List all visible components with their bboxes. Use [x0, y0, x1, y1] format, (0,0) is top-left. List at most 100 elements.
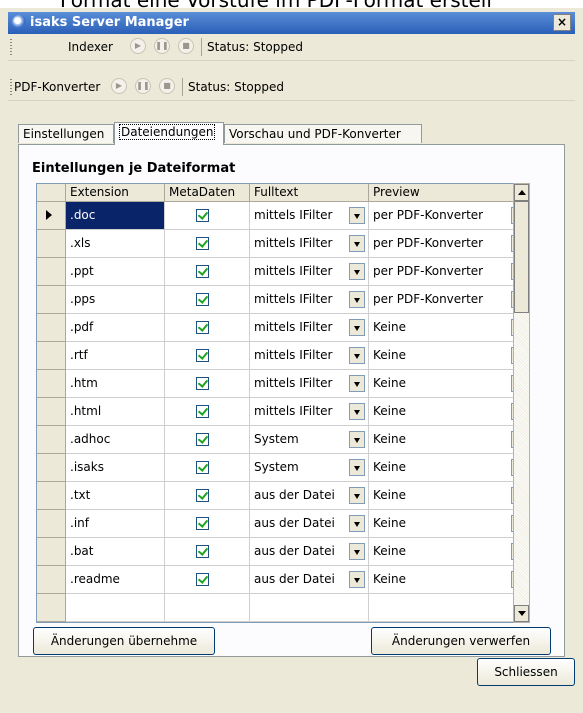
preview-cell[interactable]: Keine	[369, 426, 529, 454]
metadaten-checkbox[interactable]	[196, 321, 209, 334]
dropdown-arrow-icon[interactable]	[349, 235, 365, 252]
metadaten-cell[interactable]	[165, 258, 250, 286]
dropdown-arrow-icon[interactable]	[349, 375, 365, 392]
row-header[interactable]	[37, 342, 66, 370]
fulltext-cell[interactable]: mittels IFilter	[250, 398, 369, 426]
scroll-thumb[interactable]	[514, 201, 529, 313]
dropdown-arrow-icon[interactable]	[349, 403, 365, 420]
metadaten-checkbox[interactable]	[196, 237, 209, 250]
fulltext-cell[interactable]: mittels IFilter	[250, 370, 369, 398]
row-header[interactable]	[37, 286, 66, 314]
close-button[interactable]: Schliessen	[477, 658, 575, 686]
extension-cell[interactable]: .adhoc	[66, 426, 165, 454]
extension-cell[interactable]	[66, 594, 165, 622]
row-header[interactable]	[37, 510, 66, 538]
preview-cell[interactable]	[369, 594, 529, 622]
fulltext-cell[interactable]: System	[250, 426, 369, 454]
indexer-pause-icon[interactable]: ❚❚	[154, 38, 170, 54]
fulltext-cell[interactable]: mittels IFilter	[250, 230, 369, 258]
row-header[interactable]	[37, 538, 66, 566]
fulltext-cell[interactable]: aus der Datei	[250, 538, 369, 566]
row-header-current[interactable]	[37, 202, 66, 230]
extension-cell[interactable]: .isaks	[66, 454, 165, 482]
fulltext-cell[interactable]: mittels IFilter	[250, 258, 369, 286]
metadaten-cell[interactable]	[165, 230, 250, 258]
indexer-stop-icon[interactable]: ■	[178, 38, 194, 54]
close-window-button[interactable]: ×	[553, 14, 571, 31]
preview-cell[interactable]: per PDF-Konverter	[369, 286, 529, 314]
metadaten-checkbox[interactable]	[196, 545, 209, 558]
preview-cell[interactable]: Keine	[369, 342, 529, 370]
column-header-metadaten[interactable]: MetaDaten	[165, 184, 250, 202]
fulltext-cell[interactable]: System	[250, 454, 369, 482]
preview-cell[interactable]: per PDF-Konverter	[369, 202, 529, 230]
extension-cell[interactable]: .readme	[66, 566, 165, 594]
metadaten-cell[interactable]	[165, 510, 250, 538]
preview-cell[interactable]: Keine	[369, 482, 529, 510]
preview-cell[interactable]: Keine	[369, 566, 529, 594]
metadaten-cell[interactable]	[165, 202, 250, 230]
fulltext-cell[interactable]: mittels IFilter	[250, 286, 369, 314]
metadaten-checkbox[interactable]	[196, 489, 209, 502]
dropdown-arrow-icon[interactable]	[349, 515, 365, 532]
preview-cell[interactable]: per PDF-Konverter	[369, 230, 529, 258]
toolbar-grip-icon[interactable]	[10, 39, 12, 55]
row-header[interactable]	[37, 370, 66, 398]
fulltext-cell[interactable]	[250, 594, 369, 622]
preview-cell[interactable]: per PDF-Konverter	[369, 258, 529, 286]
extension-cell[interactable]: .pdf	[66, 314, 165, 342]
extension-cell[interactable]: .txt	[66, 482, 165, 510]
indexer-play-icon[interactable]: ▶	[130, 38, 146, 54]
fulltext-cell[interactable]: aus der Datei	[250, 566, 369, 594]
metadaten-checkbox[interactable]	[196, 265, 209, 278]
metadaten-cell[interactable]	[165, 398, 250, 426]
dropdown-arrow-icon[interactable]	[349, 347, 365, 364]
extension-cell[interactable]: .doc	[66, 202, 165, 230]
metadaten-checkbox[interactable]	[196, 377, 209, 390]
row-header[interactable]	[37, 454, 66, 482]
tab-vorschau-pdf-konverter[interactable]: Vorschau und PDF-Konverter	[224, 124, 422, 143]
row-header[interactable]	[37, 258, 66, 286]
tab-dateiendungen[interactable]: Dateiendungen	[114, 122, 224, 145]
metadaten-cell[interactable]	[165, 286, 250, 314]
metadaten-cell[interactable]	[165, 566, 250, 594]
preview-cell[interactable]: Keine	[369, 454, 529, 482]
metadaten-cell[interactable]	[165, 594, 250, 622]
tab-einstellungen[interactable]: Einstellungen	[18, 124, 114, 143]
extension-cell[interactable]: .bat	[66, 538, 165, 566]
metadaten-checkbox[interactable]	[196, 517, 209, 530]
metadaten-checkbox[interactable]	[196, 405, 209, 418]
scroll-down-icon[interactable]	[514, 605, 529, 622]
metadaten-checkbox[interactable]	[196, 573, 209, 586]
preview-cell[interactable]: Keine	[369, 314, 529, 342]
row-header[interactable]	[37, 398, 66, 426]
dropdown-arrow-icon[interactable]	[349, 571, 365, 588]
preview-cell[interactable]: Keine	[369, 538, 529, 566]
fulltext-cell[interactable]: mittels IFilter	[250, 314, 369, 342]
file-format-grid[interactable]: Extension MetaDaten Fulltext Preview .doc mit…	[36, 183, 530, 623]
dropdown-arrow-icon[interactable]	[349, 263, 365, 280]
row-header[interactable]	[37, 230, 66, 258]
row-header[interactable]	[37, 566, 66, 594]
preview-cell[interactable]: Keine	[369, 510, 529, 538]
metadaten-cell[interactable]	[165, 538, 250, 566]
metadaten-cell[interactable]	[165, 370, 250, 398]
extension-cell[interactable]: .pps	[66, 286, 165, 314]
column-header-fulltext[interactable]: Fulltext	[250, 184, 369, 202]
extension-cell[interactable]: .html	[66, 398, 165, 426]
metadaten-checkbox[interactable]	[196, 349, 209, 362]
extension-cell[interactable]: .inf	[66, 510, 165, 538]
metadaten-checkbox[interactable]	[196, 461, 209, 474]
dropdown-arrow-icon[interactable]	[349, 543, 365, 560]
dropdown-arrow-icon[interactable]	[349, 459, 365, 476]
metadaten-checkbox[interactable]	[196, 433, 209, 446]
pdf-play-icon[interactable]: ▶	[111, 78, 127, 94]
pdf-stop-icon[interactable]: ■	[159, 78, 175, 94]
metadaten-cell[interactable]	[165, 454, 250, 482]
dropdown-arrow-icon[interactable]	[349, 207, 365, 224]
fulltext-cell[interactable]: mittels IFilter	[250, 202, 369, 230]
extension-cell[interactable]: .ppt	[66, 258, 165, 286]
row-header[interactable]	[37, 426, 66, 454]
grid-vertical-scrollbar[interactable]	[513, 183, 530, 623]
apply-changes-button[interactable]: Änderungen übernehme	[33, 627, 215, 655]
